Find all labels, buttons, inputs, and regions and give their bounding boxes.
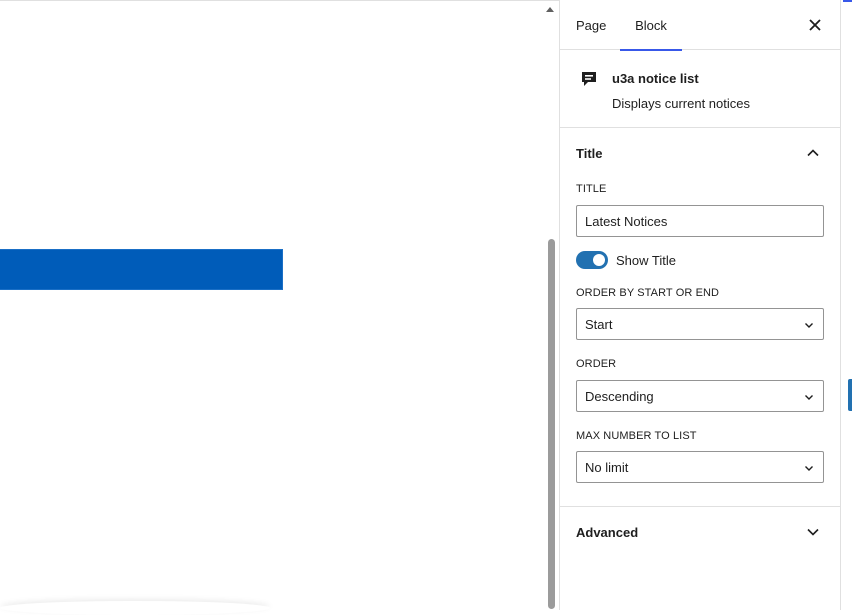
- sidebar-tabs: Page Block: [560, 0, 840, 51]
- editor-canvas[interactable]: [0, 0, 559, 610]
- order-by-label: ORDER BY START OR END: [576, 287, 720, 299]
- tab-page[interactable]: Page: [576, 0, 606, 50]
- settings-sidebar: Page Block u3a notice list Displays curr…: [559, 0, 841, 610]
- close-sidebar-button[interactable]: [804, 14, 826, 36]
- scroll-up-arrow-icon[interactable]: [546, 7, 554, 12]
- block-name: u3a notice list: [612, 71, 699, 86]
- chevron-down-icon: [805, 395, 813, 400]
- chevron-up-icon: [807, 149, 819, 157]
- close-icon: [809, 19, 821, 31]
- notice-speech-icon: [580, 70, 598, 88]
- max-number-label: MAX NUMBER TO LIST: [576, 430, 697, 442]
- toggle-knob: [593, 254, 605, 266]
- title-panel-toggle[interactable]: Title: [560, 128, 840, 180]
- advanced-panel: Advanced: [560, 507, 840, 559]
- block-card: u3a notice list Displays current notices: [560, 50, 840, 128]
- max-number-select[interactable]: No limit: [576, 451, 824, 483]
- tab-block[interactable]: Block: [620, 0, 682, 51]
- show-title-toggle[interactable]: [576, 251, 608, 269]
- max-number-value: No limit: [585, 460, 629, 475]
- order-label: ORDER: [576, 358, 617, 370]
- order-value: Descending: [585, 389, 654, 404]
- canvas-bottom-shadow: [0, 601, 270, 615]
- chevron-down-icon: [805, 323, 813, 328]
- show-title-label: Show Title: [616, 253, 676, 268]
- panel-title: Title: [576, 146, 603, 161]
- order-by-value: Start: [585, 317, 613, 332]
- advanced-panel-toggle[interactable]: Advanced: [560, 507, 840, 559]
- right-edge-scroll-marker: [848, 379, 852, 411]
- order-select[interactable]: Descending: [576, 380, 824, 412]
- right-edge-accent: [843, 0, 852, 2]
- canvas-scrollbar[interactable]: [548, 239, 555, 609]
- chevron-down-icon: [807, 528, 819, 536]
- block-description: Displays current notices: [612, 96, 750, 111]
- title-field-label: TITLE: [576, 183, 607, 195]
- order-by-select[interactable]: Start: [576, 308, 824, 340]
- title-input[interactable]: [576, 205, 824, 237]
- title-panel: Title TITLE Show Title ORDER BY START OR…: [560, 128, 840, 507]
- chevron-down-icon: [805, 466, 813, 471]
- canvas-block-button[interactable]: [0, 249, 283, 290]
- panel-title: Advanced: [576, 525, 639, 540]
